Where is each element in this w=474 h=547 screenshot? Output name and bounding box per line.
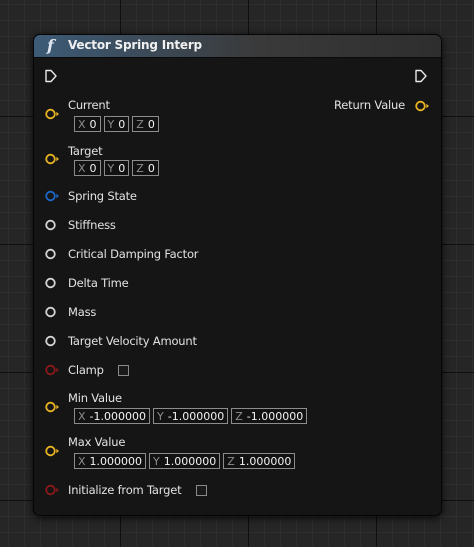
target-vector-input: X0 Y0 Z0	[74, 160, 159, 176]
min-value-vector-input: X -1.000000 Y -1.000000 Z -1.000000	[74, 408, 308, 424]
target-label: Target	[68, 144, 103, 158]
target-y-field[interactable]: Y0	[103, 160, 130, 176]
stiffness-label: Stiffness	[68, 218, 116, 232]
max-value-vector-input: X 1.000000 Y 1.000000 Z 1.000000	[74, 453, 296, 469]
min-value-z-field[interactable]: Z -1.000000	[231, 408, 308, 424]
min-value-x-field[interactable]: X -1.000000	[74, 408, 151, 424]
clamp-label: Clamp	[68, 363, 104, 377]
init-from-target-checkbox[interactable]	[196, 485, 207, 496]
target-z-field[interactable]: Z0	[132, 160, 159, 176]
target-x-field[interactable]: X0	[74, 160, 101, 176]
max-value-x-field[interactable]: X 1.000000	[74, 453, 147, 469]
current-label: Current	[68, 98, 110, 112]
spring-state-label: Spring State	[68, 189, 137, 203]
current-x-field[interactable]: X0	[74, 116, 101, 132]
critical-damping-label: Critical Damping Factor	[68, 247, 199, 261]
mass-label: Mass	[68, 305, 97, 319]
vector-spring-interp-node[interactable]: f Vector Spring Interp Return Value Curr…	[33, 34, 442, 516]
target-velocity-label: Target Velocity Amount	[68, 334, 197, 348]
node-header[interactable]: f Vector Spring Interp	[34, 35, 441, 58]
return-value-label: Return Value	[334, 98, 405, 112]
max-value-z-field[interactable]: Z 1.000000	[223, 453, 296, 469]
current-y-field[interactable]: Y0	[103, 116, 130, 132]
current-z-field[interactable]: Z0	[132, 116, 159, 132]
max-value-y-field[interactable]: Y 1.000000	[149, 453, 221, 469]
min-value-label: Min Value	[68, 391, 122, 405]
max-value-label: Max Value	[68, 435, 126, 449]
function-icon: f	[47, 36, 54, 55]
init-from-target-label: Initialize from Target	[68, 483, 182, 497]
clamp-checkbox[interactable]	[118, 365, 129, 376]
node-title: Vector Spring Interp	[68, 38, 202, 52]
current-vector-input: X0 Y0 Z0	[74, 116, 159, 132]
delta-time-label: Delta Time	[68, 276, 129, 290]
min-value-y-field[interactable]: Y -1.000000	[153, 408, 229, 424]
